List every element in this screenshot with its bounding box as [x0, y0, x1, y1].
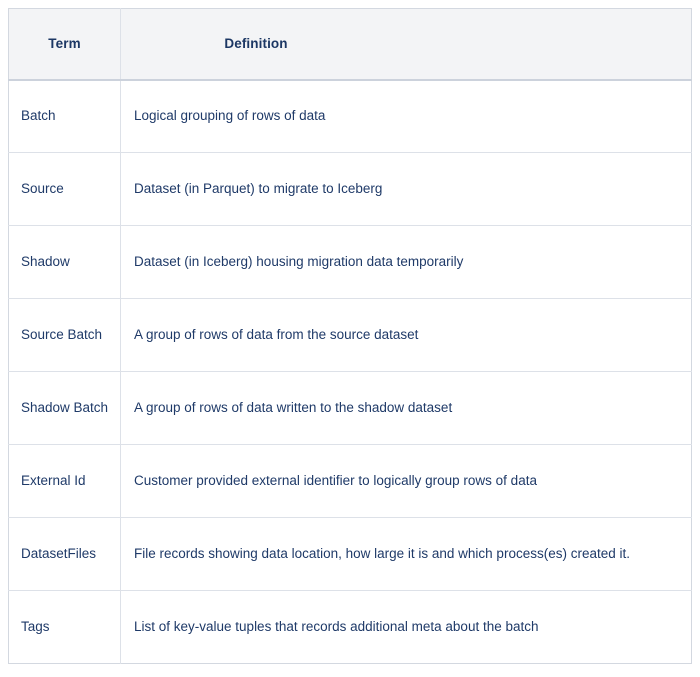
cell-term: Batch: [8, 79, 121, 153]
table-head: Term Definition: [8, 8, 692, 81]
column-header-term: Term: [8, 8, 121, 81]
table-body: Batch Logical grouping of rows of data Sou…: [8, 79, 692, 664]
cell-definition: Dataset (in Iceberg) housing migration d…: [120, 225, 692, 299]
cell-definition: A group of rows of data written to the s…: [120, 371, 692, 445]
cell-definition: List of key-value tuples that records ad…: [120, 590, 692, 664]
cell-term: External Id: [8, 444, 121, 518]
cell-definition: Logical grouping of rows of data: [120, 79, 692, 153]
table-row: External Id Customer provided external id…: [8, 444, 692, 518]
table-row: Batch Logical grouping of rows of data: [8, 79, 692, 153]
cell-definition: A group of rows of data from the source …: [120, 298, 692, 372]
cell-term: Shadow Batch: [8, 371, 121, 445]
table-row: Tags List of key-value tuples that record…: [8, 590, 692, 664]
cell-term: Source Batch: [8, 298, 121, 372]
table-header-row: Term Definition: [8, 8, 692, 81]
table-row: Shadow Batch A group of rows of data writ…: [8, 371, 692, 445]
cell-term: Tags: [8, 590, 121, 664]
cell-term: Source: [8, 152, 121, 226]
table-row: Source Dataset (in Parquet) to migrate to…: [8, 152, 692, 226]
cell-definition: File records showing data location, how …: [120, 517, 692, 591]
cell-definition: Customer provided external identifier to…: [120, 444, 692, 518]
cell-term: DatasetFiles: [8, 517, 121, 591]
table-row: DatasetFiles File records showing data lo…: [8, 517, 692, 591]
glossary-table-container: Term Definition Batch Logical grouping of…: [0, 0, 700, 677]
glossary-table: Term Definition Batch Logical grouping of…: [8, 8, 692, 664]
column-header-definition: Definition: [120, 8, 692, 81]
cell-definition: Dataset (in Parquet) to migrate to Icebe…: [120, 152, 692, 226]
table-row: Shadow Dataset (in Iceberg) housing migra…: [8, 225, 692, 299]
table-row: Source Batch A group of rows of data from…: [8, 298, 692, 372]
cell-term: Shadow: [8, 225, 121, 299]
